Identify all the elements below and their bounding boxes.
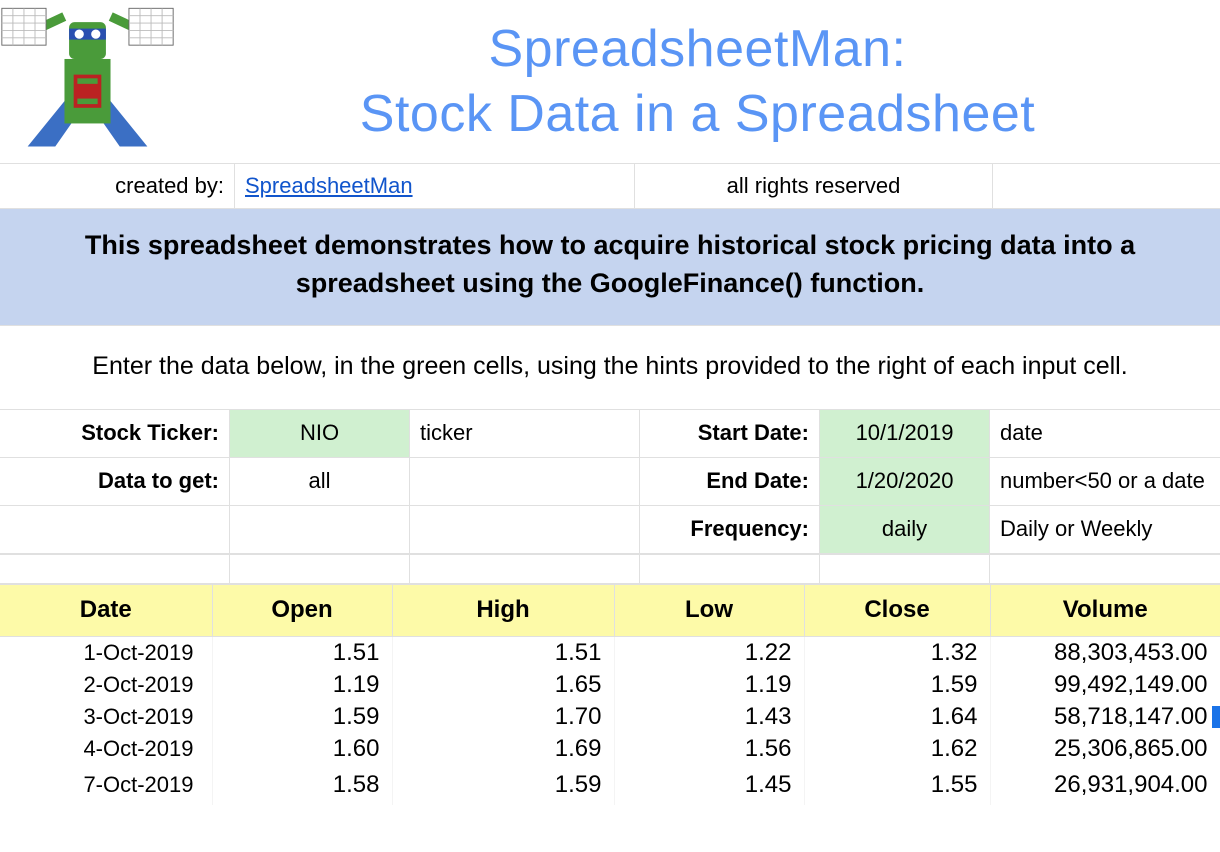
col-volume: Volume [990,584,1220,636]
end-date-label: End Date: [640,458,820,506]
cell-high[interactable]: 1.69 [392,733,614,765]
cell-volume-value: 58,718,147.00 [1054,703,1207,730]
instruction-text: Enter the data below, in the green cells… [0,326,1220,409]
title-line-1: SpreadsheetMan: [489,20,907,78]
cell-open[interactable]: 1.59 [212,701,392,733]
frequency-label: Frequency: [640,506,820,554]
cell-low[interactable]: 1.43 [614,701,804,733]
col-low: Low [614,584,804,636]
start-date-input[interactable]: 10/1/2019 [820,410,990,458]
table-header-row: Date Open High Low Close Volume [0,584,1220,636]
cell-volume[interactable]: 26,931,904.00 [990,765,1220,805]
table-row[interactable]: 1-Oct-2019 1.51 1.51 1.22 1.32 88,303,45… [0,636,1220,669]
col-open: Open [212,584,392,636]
page-title: SpreadsheetMan: Stock Data in a Spreadsh… [175,17,1220,147]
created-by-link[interactable]: SpreadsheetMan [245,173,413,199]
header-row: SpreadsheetMan: Stock Data in a Spreadsh… [0,0,1220,164]
frequency-input[interactable]: daily [820,506,990,554]
cell-low[interactable]: 1.19 [614,669,804,701]
cell-open[interactable]: 1.60 [212,733,392,765]
cell-high[interactable]: 1.51 [392,636,614,669]
cell-date[interactable]: 3-Oct-2019 [0,701,212,733]
stock-data-table: Date Open High Low Close Volume 1-Oct-20… [0,584,1220,805]
col-date: Date [0,584,212,636]
empty-hint-1 [410,458,640,506]
selection-handle-icon[interactable] [1212,706,1220,728]
cell-volume[interactable]: 25,306,865.00 [990,733,1220,765]
cell-date[interactable]: 1-Oct-2019 [0,636,212,669]
ticker-label: Stock Ticker: [0,410,230,458]
cell-high[interactable]: 1.59 [392,765,614,805]
logo-spreadsheetman [0,7,175,157]
cell-high[interactable]: 1.65 [392,669,614,701]
end-date-input[interactable]: 1/20/2020 [820,458,990,506]
ticker-hint: ticker [410,410,640,458]
cell-date[interactable]: 7-Oct-2019 [0,765,212,805]
data-input[interactable]: all [230,458,410,506]
title-line-2: Stock Data in a Spreadsheet [360,85,1035,143]
cell-close[interactable]: 1.32 [804,636,990,669]
table-row[interactable]: 2-Oct-2019 1.19 1.65 1.19 1.59 99,492,14… [0,669,1220,701]
cell-open[interactable]: 1.19 [212,669,392,701]
cell-date[interactable]: 4-Oct-2019 [0,733,212,765]
cell-volume[interactable]: 88,303,453.00 [990,636,1220,669]
spacer-row [0,554,1220,584]
cell-low[interactable]: 1.56 [614,733,804,765]
cell-low[interactable]: 1.45 [614,765,804,805]
ticker-input[interactable]: NIO [230,410,410,458]
empty-cell-3 [410,506,640,554]
cell-close[interactable]: 1.55 [804,765,990,805]
cell-close[interactable]: 1.64 [804,701,990,733]
empty-cell-1 [0,506,230,554]
table-row[interactable]: 7-Oct-2019 1.58 1.59 1.45 1.55 26,931,90… [0,765,1220,805]
cell-volume[interactable]: 99,492,149.00 [990,669,1220,701]
empty-cell-2 [230,506,410,554]
frequency-hint: Daily or Weekly [990,506,1220,554]
description-banner: This spreadsheet demonstrates how to acq… [0,209,1220,326]
cell-close[interactable]: 1.59 [804,669,990,701]
input-grid: Stock Ticker: NIO ticker Start Date: 10/… [0,409,1220,554]
start-date-hint: date [990,410,1220,458]
created-by-row: created by: SpreadsheetMan all rights re… [0,164,1220,209]
spreadsheet: SpreadsheetMan: Stock Data in a Spreadsh… [0,0,1220,805]
cell-low[interactable]: 1.22 [614,636,804,669]
start-date-label: Start Date: [640,410,820,458]
table-row[interactable]: 3-Oct-2019 1.59 1.70 1.43 1.64 58,718,14… [0,701,1220,733]
created-by-link-cell: SpreadsheetMan [235,164,635,208]
cell-volume[interactable]: 58,718,147.00 [990,701,1220,733]
created-by-label: created by: [0,164,235,208]
cell-date[interactable]: 2-Oct-2019 [0,669,212,701]
cell-high[interactable]: 1.70 [392,701,614,733]
table-row[interactable]: 4-Oct-2019 1.60 1.69 1.56 1.62 25,306,86… [0,733,1220,765]
cell-close[interactable]: 1.62 [804,733,990,765]
cell-open[interactable]: 1.58 [212,765,392,805]
col-close: Close [804,584,990,636]
rights-text: all rights reserved [635,164,993,208]
data-label: Data to get: [0,458,230,506]
cell-open[interactable]: 1.51 [212,636,392,669]
end-date-hint: number<50 or a date [990,458,1220,506]
col-high: High [392,584,614,636]
